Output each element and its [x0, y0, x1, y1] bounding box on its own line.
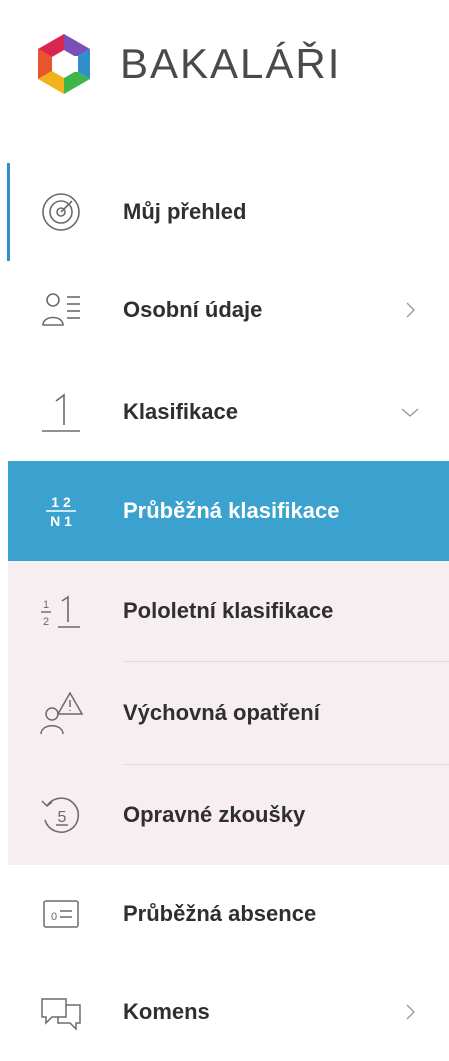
chat-bubbles-icon [41, 998, 81, 1031]
nav-item-prubezna-absence[interactable]: 0 Průběžná absence [8, 865, 449, 963]
svg-text:1: 1 [43, 599, 49, 611]
nav-item-klasifikace[interactable]: Klasifikace [8, 363, 449, 461]
bakalari-logo-icon [38, 34, 90, 94]
nav-subitem-label: Opravné zkoušky [123, 802, 306, 827]
chevron-right-icon [406, 1004, 415, 1020]
svg-text:5: 5 [58, 809, 67, 826]
absence-card-icon: 0 [43, 900, 79, 928]
nav-subitem-pololetni-klasifikace[interactable]: 1 2 Pololetní klasifikace [8, 561, 449, 661]
nav-subitem-label: Průběžná klasifikace [123, 498, 340, 523]
retake-five-icon: 5 [41, 797, 80, 833]
chevron-right-icon [406, 302, 415, 318]
nav-subitem-label: Pololetní klasifikace [123, 598, 334, 623]
nav-item-label: Můj přehled [123, 199, 247, 224]
svg-text:2: 2 [43, 616, 49, 628]
grade-one-icon [42, 393, 80, 432]
dashboard-gauge-icon [42, 193, 80, 231]
nav-item-label: Klasifikace [123, 399, 238, 424]
person-card-icon [42, 293, 80, 326]
chevron-down-icon [401, 408, 419, 417]
nav-item-label: Osobní údaje [123, 297, 263, 322]
nav-item-komens[interactable]: Komens [8, 963, 449, 1061]
person-warning-icon [40, 691, 84, 735]
nav-subitem-prubezna-klasifikace[interactable]: 1 2 N 1 Průběžná klasifikace [8, 461, 449, 561]
half-year-grade-icon: 1 2 [41, 595, 80, 628]
nav-item-label: Průběžná absence [123, 901, 317, 926]
grades-12-n1-icon: 1 2 N 1 [46, 494, 76, 529]
nav-item-muj-prehled[interactable]: Můj přehled [8, 163, 449, 261]
nav-subitem-vychovna-opatreni[interactable]: Výchovná opatření [8, 662, 449, 764]
svg-text:1 2: 1 2 [51, 494, 71, 510]
brand-header: BAKALÁŘI [0, 0, 449, 135]
svg-text:0: 0 [51, 911, 57, 923]
nav-item-label: Komens [123, 999, 210, 1024]
svg-text:N 1: N 1 [50, 513, 72, 529]
brand-name: BAKALÁŘI [120, 40, 342, 87]
nav-item-osobni-udaje[interactable]: Osobní údaje [8, 261, 449, 359]
nav-subitem-label: Výchovná opatření [123, 700, 320, 725]
nav-subitem-opravne-zkousky[interactable]: 5 Opravné zkoušky [8, 765, 449, 865]
